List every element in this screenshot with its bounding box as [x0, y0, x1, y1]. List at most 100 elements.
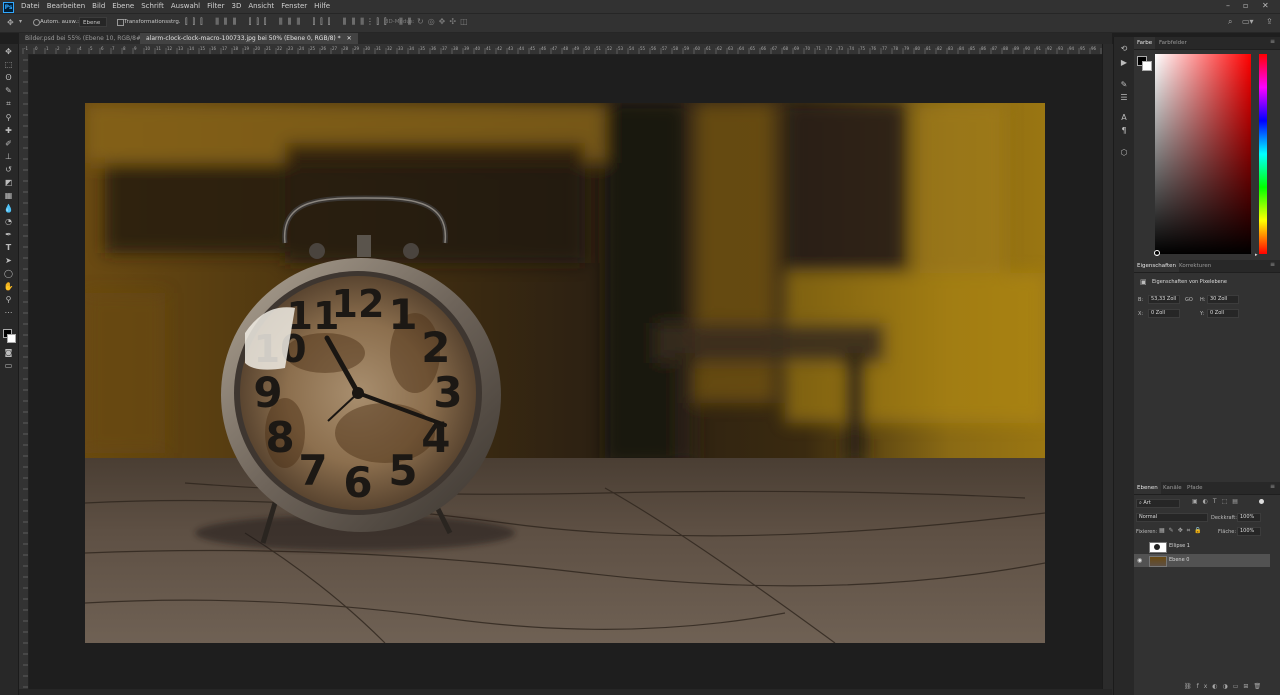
fill-field[interactable]: 100% [1237, 527, 1261, 536]
filter-toggle-icon[interactable] [1259, 499, 1264, 504]
edit-toolbar-icon[interactable]: ⋯ [3, 308, 14, 318]
menu-ansicht[interactable]: Ansicht [248, 2, 274, 10]
close-tab-icon[interactable]: ✕ [347, 35, 352, 42]
blend-mode-dropdown[interactable]: Normal [1136, 513, 1208, 522]
transform-controls-checkbox[interactable] [117, 19, 124, 26]
tab-kanaele[interactable]: Kanäle [1160, 482, 1185, 494]
gradient-tool-icon[interactable]: ▦ [3, 191, 14, 201]
3d-icon[interactable]: ⬡ [1119, 148, 1129, 158]
ruler-tick-label: 17 [222, 46, 228, 51]
background-color-swatch[interactable] [7, 334, 16, 343]
menu-bild[interactable]: Bild [92, 2, 105, 10]
menu-hilfe[interactable]: Hilfe [314, 2, 330, 10]
color-field[interactable] [1155, 54, 1251, 254]
tab-eigenschaften[interactable]: Eigenschaften [1134, 260, 1179, 272]
quick-select-tool-icon[interactable]: ✎ [3, 86, 14, 96]
ruler-tick-label: 70 [805, 46, 811, 51]
ruler-tick-label: 81 [926, 46, 932, 51]
paragraph-icon[interactable]: ¶ [1119, 126, 1129, 136]
clone-stamp-tool-icon[interactable]: ⊥ [3, 152, 14, 162]
menu-bearbeiten[interactable]: Bearbeiten [47, 2, 85, 10]
adjustments-icon[interactable]: ☰ [1119, 93, 1129, 103]
healing-brush-tool-icon[interactable]: ✚ [3, 126, 14, 136]
eyedropper-tool-icon[interactable]: ⚲ [3, 113, 14, 123]
zoom-tool-icon[interactable]: ⚲ [3, 295, 14, 305]
share-icon[interactable]: ⇪ [1266, 17, 1273, 26]
panel-menu-icon[interactable]: ≡ [1270, 38, 1275, 45]
move-tool-icon[interactable]: ✥ [7, 18, 14, 27]
align-icons[interactable]: ⫿⫿⫿ ⫼⫼⫼ ⫿⫿⫿ ⫼⫼⫼ ⫿⫿⫿ ⫼⫼⫼ ⫿⫿ ⫼⫼ [185, 17, 416, 27]
blur-tool-icon[interactable]: 💧 [3, 204, 14, 214]
character-icon[interactable]: A [1119, 113, 1129, 123]
quick-mask-icon[interactable]: ◙ [3, 348, 14, 358]
opacity-field[interactable]: 100% [1237, 513, 1261, 522]
menu-schrift[interactable]: Schrift [141, 2, 164, 10]
tab-farbfelder[interactable]: Farbfelder [1156, 37, 1190, 49]
crop-tool-icon[interactable]: ⌗ [3, 99, 14, 109]
hue-slider[interactable] [1259, 54, 1267, 254]
eraser-tool-icon[interactable]: ◩ [3, 178, 14, 188]
ruler-tick-label: 80 [915, 46, 921, 51]
background-color-swatch[interactable] [1142, 61, 1152, 71]
ellipse-tool-icon[interactable]: ◯ [3, 269, 14, 279]
visibility-eye-icon[interactable]: ◉ [1137, 554, 1142, 567]
layer-ebene-0[interactable]: ◉ Ebene 0 [1134, 554, 1270, 567]
actions-play-icon[interactable]: ▶ [1119, 58, 1129, 68]
auto-select-checkbox[interactable] [33, 19, 40, 26]
dodge-tool-icon[interactable]: ◔ [3, 217, 14, 227]
ruler-tick-label: 35 [420, 46, 426, 51]
tab-pfade[interactable]: Pfade [1184, 482, 1206, 494]
link-icon[interactable]: GO [1185, 297, 1193, 303]
brush-settings-icon[interactable]: ✎ [1119, 80, 1129, 90]
tool-preset-dropdown-icon[interactable]: ▾ [19, 18, 22, 25]
layer-ellipse-1[interactable]: Ellipse 1 [1134, 540, 1270, 553]
workspace-icon[interactable]: ▭▾ [1242, 17, 1254, 26]
menu-datei[interactable]: Datei [21, 2, 40, 10]
vertical-scrollbar[interactable] [1102, 44, 1113, 695]
layer-filter-dropdown[interactable]: ⌕ Art [1136, 499, 1180, 508]
history-brush-tool-icon[interactable]: ↺ [3, 165, 14, 175]
move-tool-icon[interactable]: ✥ [3, 47, 14, 57]
close-window-button[interactable]: ✕ [1262, 1, 1269, 10]
hue-slider-handle-icon[interactable]: ▸ [1255, 252, 1258, 258]
type-tool-icon[interactable]: T [3, 243, 14, 253]
menu-fenster[interactable]: Fenster [281, 2, 307, 10]
minimize-button[interactable]: – [1226, 1, 1230, 10]
lasso-tool-icon[interactable]: ʘ [3, 73, 14, 83]
layer-filter-icons[interactable]: ▣◐T⬚▤ [1192, 498, 1243, 505]
menu-items: Datei Bearbeiten Bild Ebene Schrift Ausw… [21, 2, 330, 10]
width-field[interactable]: 53,33 Zoll [1148, 295, 1180, 304]
panel-menu-icon[interactable]: ≡ [1270, 261, 1275, 268]
height-field[interactable]: 30 Zoll [1207, 295, 1239, 304]
brush-tool-icon[interactable]: ✐ [3, 139, 14, 149]
hand-tool-icon[interactable]: ✋ [3, 282, 14, 292]
menu-ebene[interactable]: Ebene [112, 2, 134, 10]
more-align-icon[interactable]: ⋮ [366, 17, 374, 26]
menu-filter[interactable]: Filter [207, 2, 224, 10]
lock-icons[interactable]: ▦✎✥⌗🔒 [1159, 527, 1206, 535]
screen-mode-icon[interactable]: ▭ [3, 361, 14, 371]
maximize-button[interactable]: ▫ [1243, 1, 1248, 10]
tab-korrekturen[interactable]: Korrekturen [1176, 260, 1214, 272]
tab-ebenen[interactable]: Ebenen [1134, 482, 1161, 494]
search-icon[interactable]: ⌕ [1228, 17, 1232, 27]
auto-select-dropdown[interactable]: Ebene [79, 17, 107, 27]
color-picker-handle[interactable] [1154, 250, 1160, 256]
tab-farbe[interactable]: Farbe [1134, 37, 1156, 49]
marquee-tool-icon[interactable]: ⬚ [3, 60, 14, 70]
document-image[interactable]: 121234567891011 [85, 103, 1045, 643]
layer-bottom-icons[interactable]: ⛓fx◐◑▭⊞🗑 [1184, 683, 1266, 690]
panel-menu-icon[interactable]: ≡ [1270, 483, 1275, 490]
path-selection-tool-icon[interactable]: ➤ [3, 256, 14, 266]
ruler-tick-label: 10 [145, 46, 151, 51]
menu-auswahl[interactable]: Auswahl [171, 2, 200, 10]
y-field[interactable]: 0 Zoll [1207, 309, 1239, 318]
history-icon[interactable]: ⟲ [1119, 44, 1129, 54]
ruler-tick-label: 4 [79, 46, 82, 51]
pen-tool-icon[interactable]: ✒ [3, 230, 14, 240]
ruler-tick-label: 74 [849, 46, 855, 51]
x-field[interactable]: 0 Zoll [1148, 309, 1180, 318]
menu-3d[interactable]: 3D [231, 2, 241, 10]
tab-alarm-clock[interactable]: alarm-clock-clock-macro-100733.jpg bei 5… [140, 33, 358, 44]
3d-mode-icons[interactable]: ↻◎✥✣◫ [417, 17, 472, 26]
